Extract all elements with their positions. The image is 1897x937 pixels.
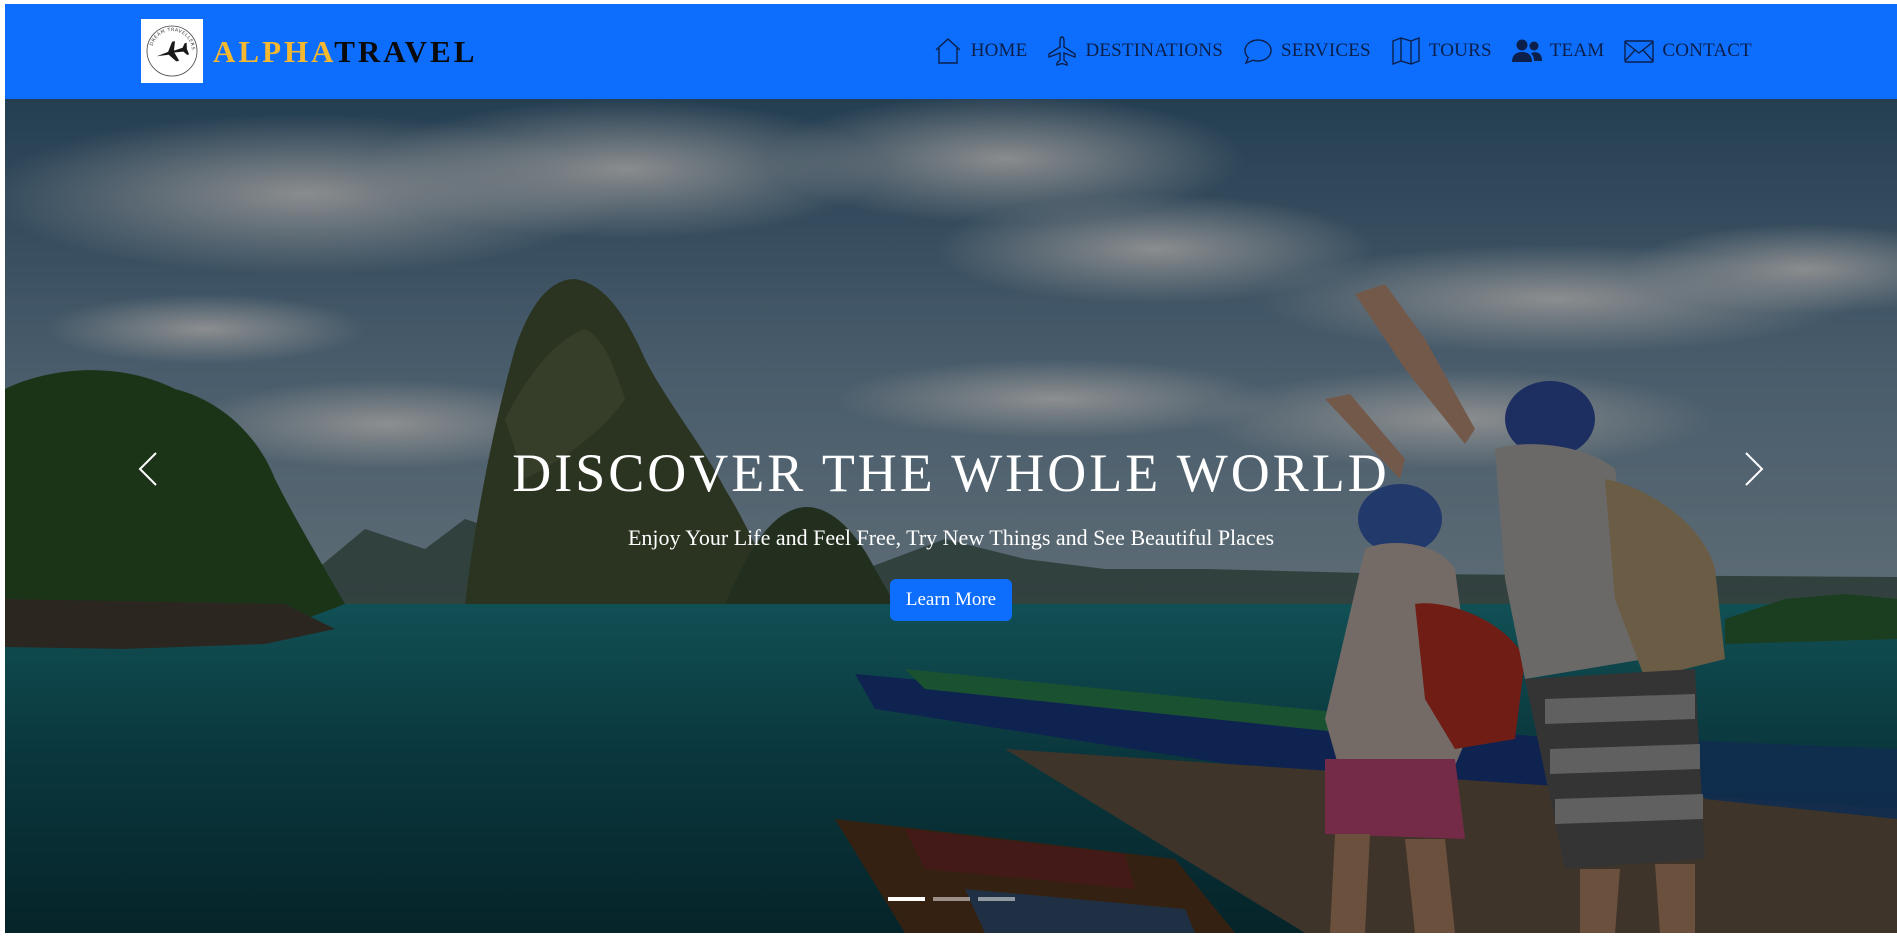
hero-carousel: DISCOVER THE WHOLE WORLD Enjoy Your Life… <box>5 99 1897 933</box>
hero-subtitle: Enjoy Your Life and Feel Free, Try New T… <box>627 525 1275 551</box>
brand-name-part2: TRAVEL <box>334 33 478 69</box>
airplane-icon <box>1048 36 1077 66</box>
nav-label: CONTACT <box>1662 40 1752 61</box>
hero-caption: DISCOVER THE WHOLE WORLD Enjoy Your Life… <box>5 443 1897 622</box>
nav-label: DESTINATIONS <box>1085 40 1223 61</box>
carousel-indicator-2[interactable] <box>932 897 970 901</box>
nav-label: SERVICES <box>1280 40 1371 61</box>
navbar: DREAM TRAVELLERS ALPHATRAVEL HOME DESTIN… <box>5 4 1897 99</box>
map-icon <box>1392 36 1420 66</box>
carousel-indicator-3[interactable] <box>977 897 1015 901</box>
nav-menu: HOME DESTINATIONS SERVICES TOURS TEAM CO… <box>913 34 1752 68</box>
carousel-indicators <box>5 897 1897 901</box>
nav-item-team[interactable]: TEAM <box>1511 35 1605 67</box>
learn-more-button[interactable]: Learn More <box>889 579 1013 622</box>
nav-item-tours[interactable]: TOURS <box>1390 35 1492 67</box>
house-icon <box>935 38 961 64</box>
nav-label: TOURS <box>1428 40 1492 61</box>
brand-name: ALPHATRAVEL <box>213 36 477 67</box>
brand-name-part1: ALPHA <box>213 33 335 69</box>
brand-logo: DREAM TRAVELLERS <box>141 19 203 83</box>
chat-bubble-icon <box>1244 39 1272 65</box>
carousel-indicator-1[interactable] <box>887 897 925 901</box>
hero-title: DISCOVER THE WHOLE WORLD <box>512 443 1390 503</box>
nav-item-destinations[interactable]: DESTINATIONS <box>1046 35 1223 67</box>
nav-item-contact[interactable]: CONTACT <box>1623 35 1752 67</box>
people-icon <box>1511 39 1542 62</box>
brand[interactable]: DREAM TRAVELLERS ALPHATRAVEL <box>141 19 477 83</box>
nav-item-services[interactable]: SERVICES <box>1242 35 1371 67</box>
envelope-icon <box>1624 40 1655 63</box>
page-frame: DREAM TRAVELLERS ALPHATRAVEL HOME DESTIN… <box>5 4 1897 933</box>
nav-label: TEAM <box>1549 40 1605 61</box>
nav-label: HOME <box>970 40 1028 61</box>
nav-item-home[interactable]: HOME <box>932 35 1028 67</box>
logo-airplane-icon: DREAM TRAVELLERS <box>146 25 198 77</box>
